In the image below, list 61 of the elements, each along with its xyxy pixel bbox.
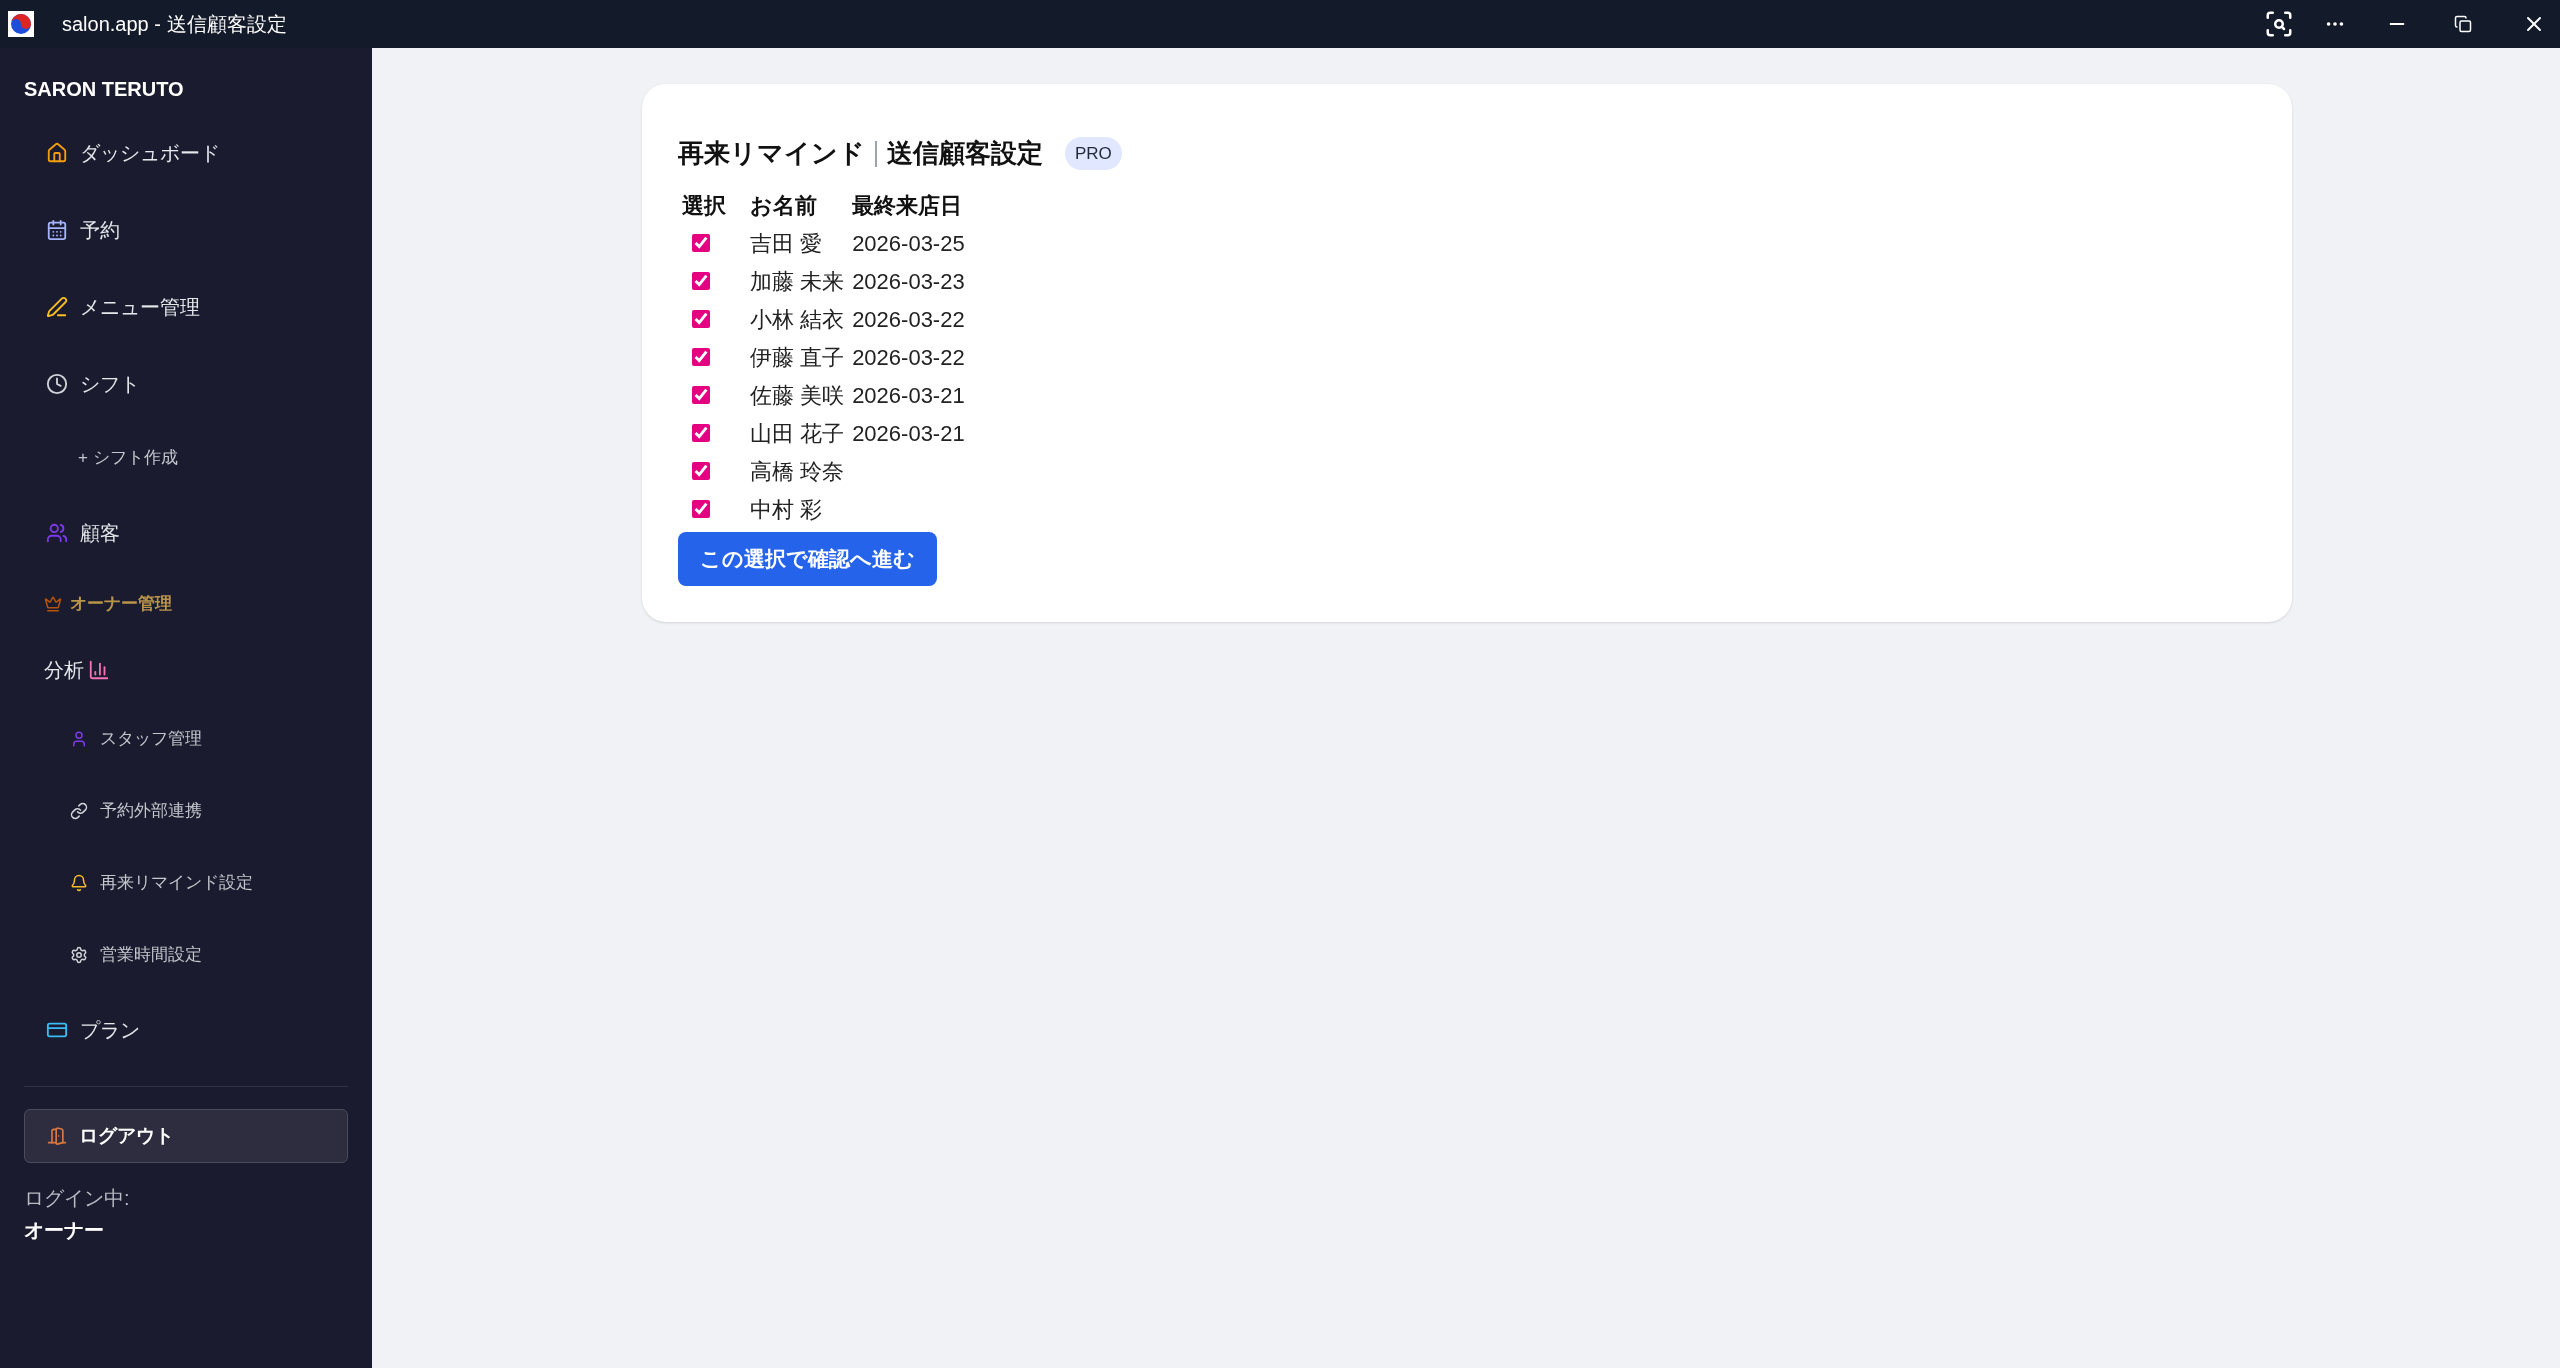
sidebar-item[interactable]: 予約外部連携 [0, 775, 372, 847]
proceed-button[interactable]: この選択で確認へ進む [678, 532, 937, 586]
checkbox[interactable] [692, 272, 710, 290]
login-user: オーナー [23, 1218, 105, 1243]
table-cell-text: 2026-03-21 [852, 419, 966, 448]
table-cell-text: 高橋 玲奈 [750, 457, 846, 486]
window-title: salon.app - 送信顧客設定 [62, 12, 287, 37]
crown-icon [44, 595, 62, 613]
door-icon [47, 1126, 67, 1146]
sidebar-section-label: オーナー管理 [0, 571, 372, 637]
sidebar-item[interactable]: 顧客 [0, 494, 372, 571]
search-icon[interactable] [2264, 9, 2294, 39]
sidebar-item[interactable]: 分析 [0, 637, 372, 703]
table-cell-text: 2026-03-21 [852, 381, 966, 410]
checkbox[interactable] [692, 234, 710, 252]
table-cell-text: 中村 彩 [750, 495, 824, 524]
card-title: 再来リマインド [678, 137, 865, 170]
sidebar-item[interactable]: シフト [0, 345, 372, 422]
table-cell-text: 吉田 愛 [750, 229, 824, 258]
checkbox[interactable] [692, 310, 710, 328]
people-icon [46, 521, 68, 544]
link-icon [70, 802, 88, 820]
column-header: 選択 [682, 192, 727, 220]
table-cell-text: 伊藤 直子 [750, 343, 846, 372]
person-icon [70, 730, 88, 748]
checkbox[interactable] [692, 424, 710, 442]
sidebar-item[interactable]: スタッフ管理 [0, 703, 372, 775]
app-logo-icon [8, 11, 34, 37]
restore-icon[interactable] [2454, 15, 2472, 33]
bell-icon [70, 874, 88, 892]
sidebar-item[interactable]: 再来リマインド設定 [0, 847, 372, 919]
checkbox[interactable] [692, 462, 710, 480]
house-icon [46, 141, 68, 164]
column-header: 最終来店日 [852, 192, 964, 220]
sidebar-item[interactable]: + シフト作成 [0, 422, 372, 494]
table-cell-text: 加藤 未来 [750, 267, 846, 296]
bar-chart-icon [88, 659, 110, 681]
card-subtitle: 送信顧客設定 [887, 137, 1043, 170]
login-status-label: ログイン中: [23, 1186, 131, 1211]
brand-name: SARON TERUTO [23, 77, 185, 102]
table-cell-text: 山田 花子 [750, 419, 846, 448]
column-header: お名前 [750, 192, 818, 220]
sidebar-item[interactable]: 予約 [0, 191, 372, 268]
table-cell-text: 2026-03-22 [852, 305, 966, 334]
checkbox[interactable] [692, 500, 710, 518]
clock-icon [46, 372, 68, 395]
table-cell-text: 2026-03-23 [852, 267, 966, 296]
calendar-icon [46, 218, 68, 241]
table-cell-text: 2026-03-25 [852, 229, 966, 258]
checkbox[interactable] [692, 386, 710, 404]
checkbox[interactable] [692, 348, 710, 366]
table-cell-text: 小林 結衣 [750, 305, 846, 334]
pro-badge: PRO [1065, 136, 1122, 171]
sidebar-item[interactable]: 営業時間設定 [0, 919, 372, 991]
table-cell-text: 佐藤 美咲 [750, 381, 846, 410]
gear-icon [70, 946, 88, 964]
sidebar-item[interactable]: ダッシュボード [0, 114, 372, 191]
table-cell-text: 2026-03-22 [852, 343, 966, 372]
logout-button[interactable]: ログアウト [24, 1109, 348, 1163]
sidebar-item[interactable]: メニュー管理 [0, 268, 372, 345]
sidebar-item[interactable]: プラン [0, 991, 372, 1068]
